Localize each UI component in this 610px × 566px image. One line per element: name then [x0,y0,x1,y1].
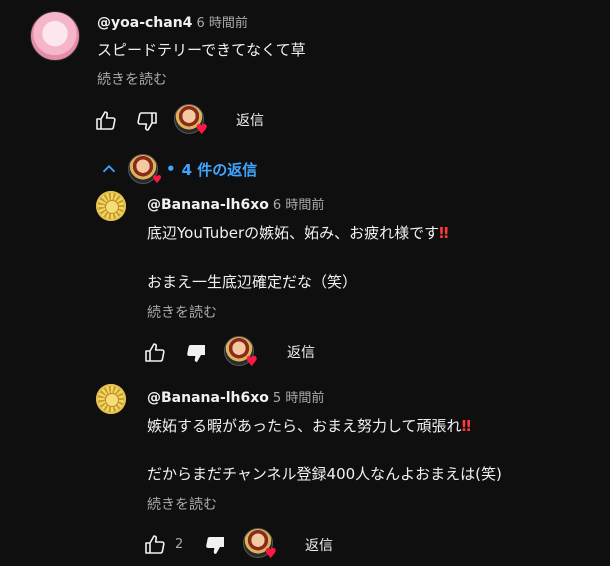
author-handle[interactable]: @Banana-lh6xo [147,197,269,213]
heart-icon: ♥ [152,173,162,186]
read-more-link[interactable]: 続きを読む [97,69,167,89]
creator-heart-badge: ♥ [174,104,208,137]
reply-text-line1: 底辺YouTuberの嫉妬、妬み、お疲れ様です‼ [147,222,449,243]
thumbs-down-icon [137,112,157,131]
like-button[interactable] [93,108,119,134]
heart-icon: ♥ [264,546,277,562]
reply-text-line2: おまえ一生底辺確定だな（笑） [147,273,358,291]
heart-icon: ♥ [195,122,208,138]
reply-avatar[interactable] [96,384,126,414]
author-handle[interactable]: @Banana-lh6xo [147,390,269,406]
thumbs-down-icon [206,537,224,554]
like-count: 2 [175,537,184,552]
read-more-link[interactable]: 続きを読む [147,302,217,322]
user-avatar[interactable] [30,11,80,61]
read-more-link[interactable]: 続きを読む [147,494,217,514]
comment-time[interactable]: 6 時間前 [196,16,247,31]
reply-button[interactable]: 返信 [305,535,333,555]
reply-author[interactable]: @Banana-lh6xo 6 時間前 [147,194,324,213]
dislike-button[interactable] [202,532,228,558]
creator-heart-badge: ♥ [243,528,277,561]
chevron-up-icon [102,164,116,173]
thumbs-up-icon [145,343,165,362]
author-handle[interactable]: @yoa-chan4 [97,15,192,31]
replies-count-label[interactable]: 4 件の返信 [182,159,258,180]
thumbs-up-icon [145,535,165,554]
comment-text: スピードテリーできてなくて草 [97,41,306,59]
replies-toggle[interactable]: ♥ • 4 件の返信 [98,154,258,186]
comment-author[interactable]: @yoa-chan4 6 時間前 [97,12,248,31]
reply-avatar[interactable] [96,191,126,221]
reply-text-line1: 嫉妬する暇があったら、おまえ努力して頑張れ‼ [147,415,471,436]
double-exclamation-icon: ‼ [461,417,471,435]
like-button[interactable] [142,532,168,558]
dislike-button[interactable] [183,340,209,366]
replies-dot: • [166,160,176,178]
reply-text: 底辺YouTuberの嫉妬、妬み、お疲れ様です [147,224,440,242]
heart-icon: ♥ [245,354,258,370]
reply-author[interactable]: @Banana-lh6xo 5 時間前 [147,387,324,406]
reply-button[interactable]: 返信 [287,342,315,362]
reply-time[interactable]: 6 時間前 [273,198,324,213]
dislike-button[interactable] [134,108,160,134]
creator-heart-badge: ♥ [224,336,258,369]
reply-button[interactable]: 返信 [236,110,264,130]
like-button[interactable] [142,340,168,366]
creator-heart-badge: ♥ [128,154,162,186]
reply-text: 嫉妬する暇があったら、おまえ努力して頑張れ [147,417,462,435]
double-exclamation-icon: ‼ [439,224,449,242]
thumbs-up-icon [96,111,116,130]
thumbs-down-icon [187,345,205,362]
reply-text-line2: だからまだチャンネル登録400人なんよおまえは(笑) [147,465,502,483]
reply-time[interactable]: 5 時間前 [273,391,324,406]
